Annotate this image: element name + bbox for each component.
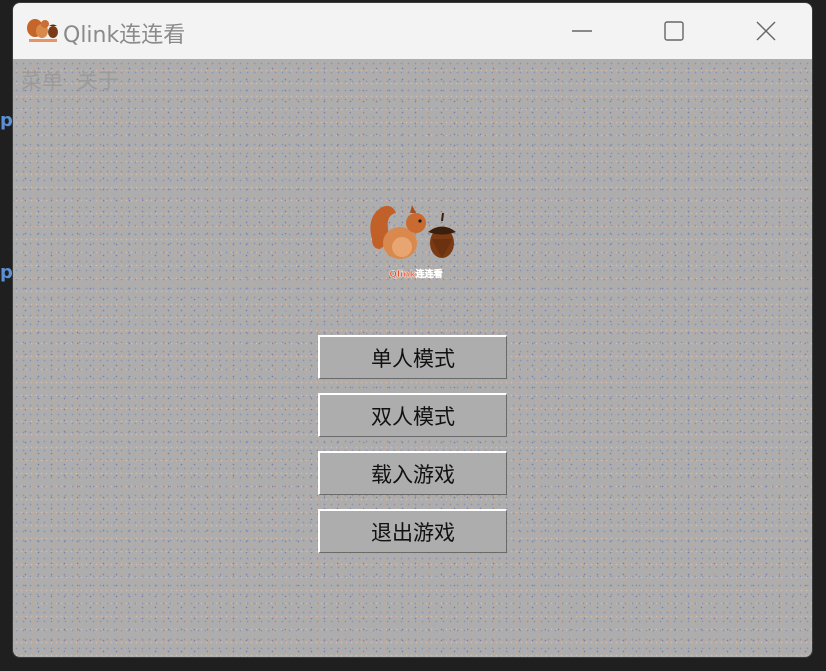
close-icon (756, 21, 776, 41)
background-window-fragment: p (0, 262, 13, 283)
menu-item-about[interactable]: 关于 (77, 63, 119, 97)
menu-item-menu[interactable]: 菜单 (21, 63, 63, 97)
logo-caption: Qlink连连看 (389, 268, 442, 280)
two-player-button[interactable]: 双人模式 (318, 393, 507, 437)
title-bar[interactable]: Qlink连连看 (13, 3, 812, 59)
background-window-fragment: p (0, 110, 13, 131)
maximize-button[interactable] (628, 3, 720, 59)
app-window: Qlink连连看 菜单 关于 Qlink连连看 单人模式 双人模式 载入游戏 退… (12, 2, 813, 658)
squirrel-acorn-logo: Qlink连连看 (370, 205, 456, 280)
exit-game-button[interactable]: 退出游戏 (318, 509, 507, 553)
minimize-icon (572, 30, 592, 32)
squirrel-icon (27, 19, 58, 42)
window-title: Qlink连连看 (63, 23, 186, 48)
menu-bar: 菜单 关于 (21, 63, 119, 97)
single-player-button[interactable]: 单人模式 (318, 335, 507, 379)
maximize-icon (664, 21, 684, 41)
load-game-button[interactable]: 载入游戏 (318, 451, 507, 495)
game-menu-area: 菜单 关于 Qlink连连看 单人模式 双人模式 载入游戏 退出游戏 (13, 59, 812, 657)
minimize-button[interactable] (536, 3, 628, 59)
close-button[interactable] (720, 3, 812, 59)
